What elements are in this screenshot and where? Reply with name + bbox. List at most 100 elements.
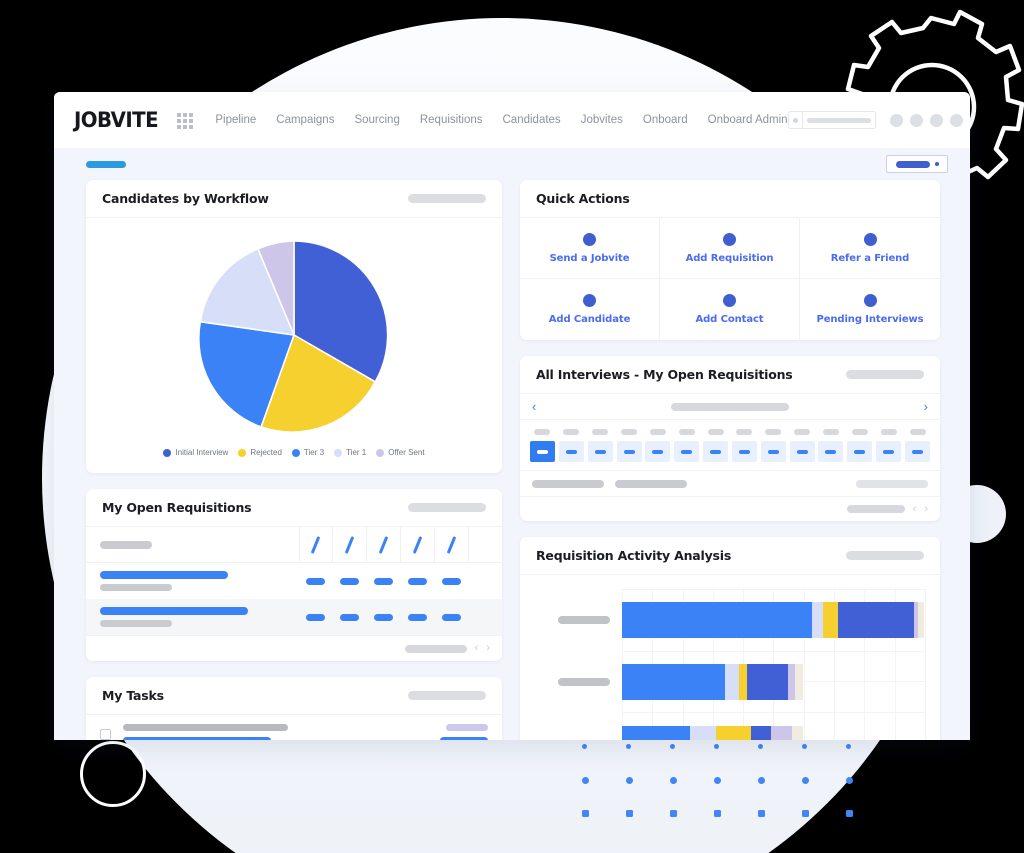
table-header-col-4[interactable] xyxy=(400,527,434,562)
table-cell-name xyxy=(86,607,299,627)
calendar-cell-1[interactable] xyxy=(530,441,555,462)
table-cell-3[interactable] xyxy=(366,577,400,585)
quick-action-label: Refer a Friend xyxy=(830,252,910,264)
search-divider xyxy=(801,112,803,128)
bar-segment-lavender xyxy=(770,726,793,740)
interviews-calendar xyxy=(520,420,940,471)
table-cell-2[interactable] xyxy=(332,613,366,621)
table-header-col-6 xyxy=(468,527,502,562)
bar-plot-area xyxy=(622,589,926,740)
table-cell-3[interactable] xyxy=(366,613,400,621)
calendar-cell-14[interactable] xyxy=(904,441,930,462)
pagination-prev-icon[interactable]: ‹ xyxy=(475,643,479,654)
quick-action-add-contact[interactable]: Add Contact xyxy=(660,279,800,340)
table-cell-4[interactable] xyxy=(400,613,434,621)
nav-link-requisitions[interactable]: Requisitions xyxy=(420,114,483,126)
nav-right-cluster xyxy=(787,92,970,148)
table-row[interactable] xyxy=(86,599,502,635)
nav-link-campaigns[interactable]: Campaigns xyxy=(276,114,334,126)
apps-grid-icon[interactable] xyxy=(177,112,194,129)
table-cell-4[interactable] xyxy=(400,577,434,585)
table-cell-6 xyxy=(468,614,502,621)
nav-link-onboard[interactable]: Onboard xyxy=(643,114,688,126)
table-header-col-1[interactable] xyxy=(298,527,333,562)
stacked-bar-2[interactable] xyxy=(622,664,803,700)
table-header-col-5[interactable] xyxy=(434,527,468,562)
quick-action-label: Add Candidate xyxy=(548,314,631,325)
table-cell-5[interactable] xyxy=(434,577,468,585)
table-cell-5[interactable] xyxy=(434,613,468,621)
card-quick-actions: Quick Actions Send a Jobvite Add Requisi… xyxy=(520,180,940,340)
pagination-prev-icon[interactable]: ‹ xyxy=(913,503,917,515)
card-header-placeholder[interactable] xyxy=(846,370,924,379)
stacked-bar-1[interactable] xyxy=(622,602,926,638)
card-header-placeholder[interactable] xyxy=(846,551,924,560)
pagination-next-icon[interactable]: › xyxy=(486,643,490,654)
bar-segment-indigo xyxy=(746,664,788,700)
card-candidates-by-workflow: Candidates by Workflow Initial Interview… xyxy=(86,180,502,473)
task-checkbox[interactable] xyxy=(100,728,111,740)
table-row[interactable] xyxy=(86,563,502,599)
stacked-bar-chart xyxy=(520,575,940,740)
bar-category-labels xyxy=(530,589,622,740)
card-all-interviews: All Interviews - My Open Requisitions ‹ … xyxy=(520,356,940,521)
stacked-bar-3[interactable] xyxy=(622,726,803,740)
table-cell-1[interactable] xyxy=(299,613,333,621)
nav-icon-3[interactable] xyxy=(929,113,943,127)
quick-action-send-a-jobvite[interactable]: Send a Jobvite xyxy=(520,218,660,279)
calendar-cell-11[interactable] xyxy=(818,441,844,462)
filter-dropdown-button[interactable] xyxy=(886,155,948,173)
date-range-label xyxy=(671,402,789,411)
calendar-cell-8[interactable] xyxy=(731,441,757,462)
nav-link-candidates[interactable]: Candidates xyxy=(503,114,561,126)
nav-icon-2[interactable] xyxy=(909,113,923,127)
card-my-tasks: My Tasks xyxy=(86,677,502,740)
card-header-placeholder[interactable] xyxy=(408,503,486,512)
calendar-cell-10[interactable] xyxy=(789,441,815,462)
legend-label-tier-3: Tier 3 xyxy=(303,448,325,457)
pagination-next-icon[interactable]: › xyxy=(924,503,928,515)
table-header-col-2[interactable] xyxy=(332,527,366,562)
table-cell-1[interactable] xyxy=(299,577,333,585)
calendar-cell-5[interactable] xyxy=(645,441,671,462)
card-header-placeholder[interactable] xyxy=(408,691,486,700)
interview-name xyxy=(532,479,604,488)
pie-chart-container xyxy=(86,218,502,448)
quick-action-pending-interviews[interactable]: Pending Interviews xyxy=(800,279,940,340)
calendar-cell-3[interactable] xyxy=(587,441,613,462)
table-cell-6 xyxy=(468,578,502,585)
card-my-open-requisitions: My Open Requisitions ‹ › xyxy=(86,489,502,661)
calendar-cell-6[interactable] xyxy=(674,441,700,462)
interviews-nav-row: ‹ › xyxy=(520,394,940,420)
nav-icon-1[interactable] xyxy=(889,113,903,127)
legend-item-offer-sent: Offer Sent xyxy=(376,448,425,457)
nav-link-sourcing[interactable]: Sourcing xyxy=(354,114,399,126)
pending-interviews-icon xyxy=(863,294,877,307)
prev-week-icon[interactable]: ‹ xyxy=(532,400,536,413)
nav-link-onboard-admin[interactable]: Onboard Admin xyxy=(708,114,788,126)
quick-action-add-requisition[interactable]: Add Requisition xyxy=(660,218,800,279)
card-header-placeholder[interactable] xyxy=(408,194,486,203)
nav-icon-4[interactable] xyxy=(949,113,963,127)
table-cell-2[interactable] xyxy=(332,577,366,585)
legend-swatch-tier-1 xyxy=(334,448,343,457)
interview-row[interactable] xyxy=(520,471,940,497)
calendar-cell-12[interactable] xyxy=(847,441,873,462)
legend-item-rejected: Rejected xyxy=(238,448,282,457)
quick-action-refer-a-friend[interactable]: Refer a Friend xyxy=(800,218,940,279)
pie-chart xyxy=(198,240,389,433)
calendar-cell-4[interactable] xyxy=(616,441,642,462)
card-header: Requisition Activity Analysis xyxy=(520,537,940,575)
calendar-cell-13[interactable] xyxy=(876,441,902,462)
calendar-cell-9[interactable] xyxy=(760,441,786,462)
table-header-col-3[interactable] xyxy=(366,527,400,562)
next-week-icon[interactable]: › xyxy=(924,400,928,413)
search-input[interactable] xyxy=(787,111,876,129)
active-tab-indicator[interactable] xyxy=(86,160,126,168)
calendar-cell-7[interactable] xyxy=(703,441,729,462)
quick-action-add-candidate[interactable]: Add Candidate xyxy=(520,279,660,340)
nav-link-pipeline[interactable]: Pipeline xyxy=(215,114,256,126)
calendar-cell-2[interactable] xyxy=(558,441,584,462)
list-item[interactable] xyxy=(86,715,502,740)
nav-link-jobvites[interactable]: Jobvites xyxy=(581,114,623,126)
